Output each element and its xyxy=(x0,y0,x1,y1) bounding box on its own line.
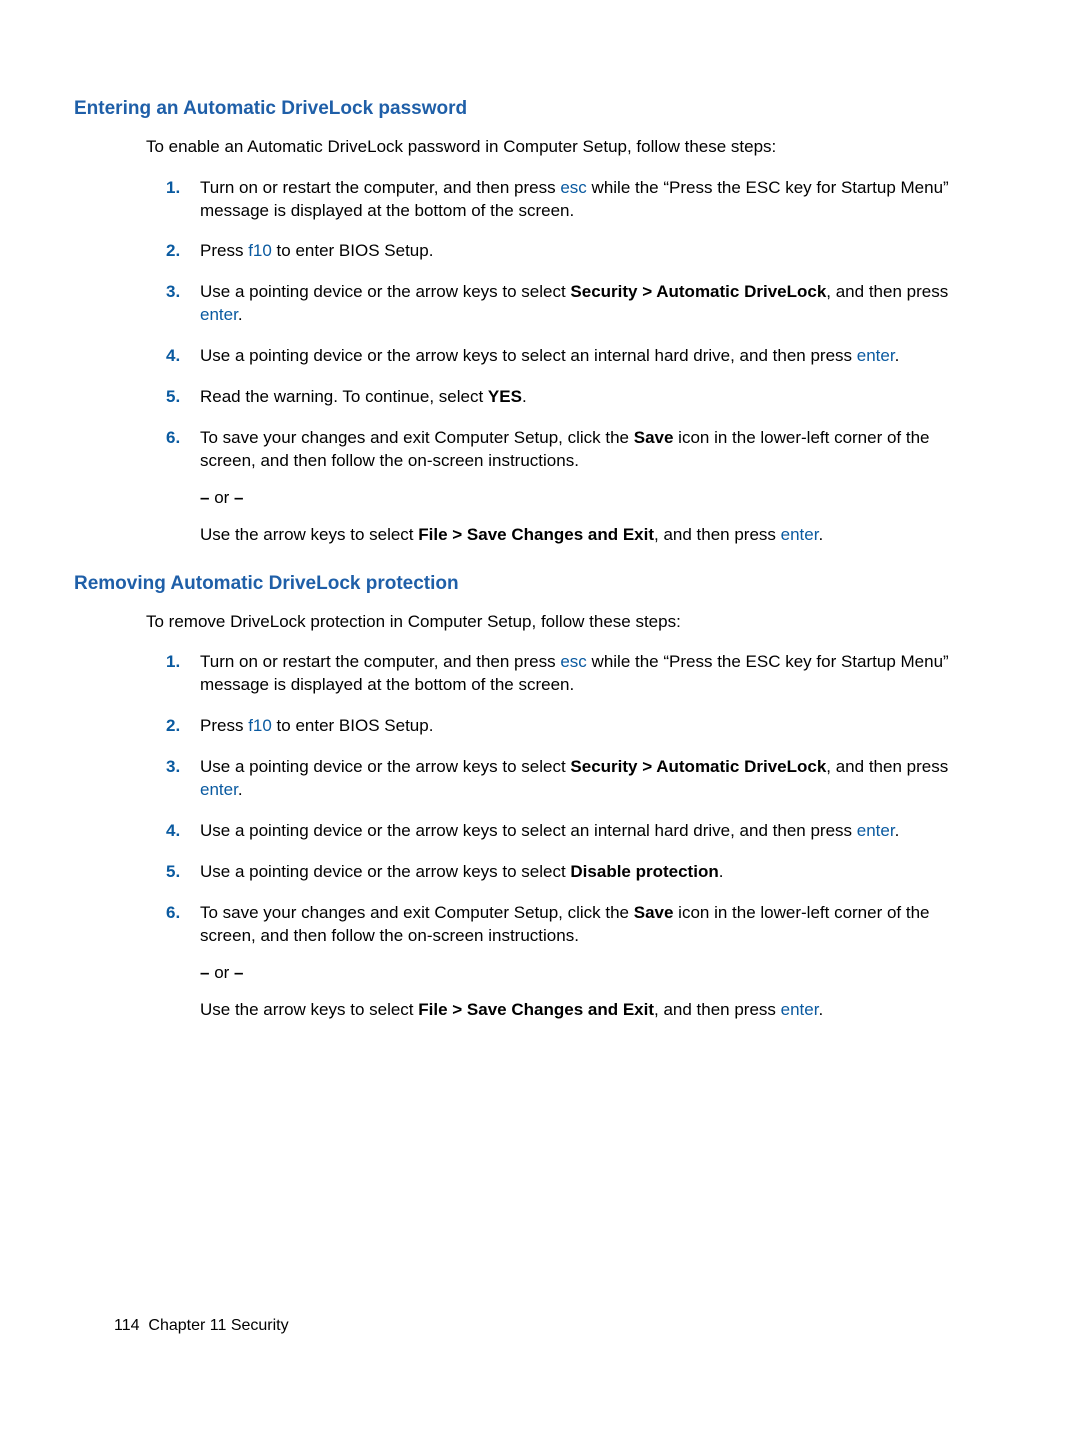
bold-text: Security > Automatic DriveLock xyxy=(570,282,826,301)
step-body: Use a pointing device or the arrow keys … xyxy=(200,756,950,802)
step-number: 6. xyxy=(166,902,188,925)
step-paragraph: Use the arrow keys to select File > Save… xyxy=(200,524,950,547)
section-entering: Entering an Automatic DriveLock password… xyxy=(74,96,950,547)
step-number: 3. xyxy=(166,756,188,779)
steps-list: 1. Turn on or restart the computer, and t… xyxy=(166,177,950,547)
bold-text: – xyxy=(234,488,243,507)
section-intro: To remove DriveLock protection in Comput… xyxy=(146,611,950,634)
step-item: 6. To save your changes and exit Computer… xyxy=(166,427,950,547)
step-body: To save your changes and exit Computer S… xyxy=(200,427,950,547)
step-body: Press f10 to enter BIOS Setup. xyxy=(200,240,950,263)
step-paragraph: – or – xyxy=(200,962,950,985)
key-f10: f10 xyxy=(248,241,272,260)
section-intro: To enable an Automatic DriveLock passwor… xyxy=(146,136,950,159)
key-enter: enter xyxy=(857,821,895,840)
step-number: 3. xyxy=(166,281,188,304)
section-heading: Removing Automatic DriveLock protection xyxy=(74,571,950,597)
step-item: 3. Use a pointing device or the arrow key… xyxy=(166,281,950,327)
step-body: Use a pointing device or the arrow keys … xyxy=(200,820,950,843)
step-number: 4. xyxy=(166,820,188,843)
step-body: Use a pointing device or the arrow keys … xyxy=(200,861,950,884)
step-number: 2. xyxy=(166,715,188,738)
bold-text: YES xyxy=(488,387,522,406)
step-body: To save your changes and exit Computer S… xyxy=(200,902,950,1022)
key-enter: enter xyxy=(200,780,238,799)
step-body: Use a pointing device or the arrow keys … xyxy=(200,281,950,327)
step-item: 1. Turn on or restart the computer, and t… xyxy=(166,651,950,697)
key-esc: esc xyxy=(560,652,586,671)
bold-text: Save xyxy=(634,903,674,922)
bold-text: Security > Automatic DriveLock xyxy=(570,757,826,776)
steps-list: 1. Turn on or restart the computer, and t… xyxy=(166,651,950,1021)
step-item: 3. Use a pointing device or the arrow key… xyxy=(166,756,950,802)
bold-text: File > Save Changes and Exit xyxy=(418,1000,654,1019)
step-paragraph: To save your changes and exit Computer S… xyxy=(200,902,950,948)
bold-text: – xyxy=(200,963,209,982)
section-removing: Removing Automatic DriveLock protection … xyxy=(74,571,950,1022)
step-item: 4. Use a pointing device or the arrow key… xyxy=(166,820,950,843)
key-enter: enter xyxy=(200,305,238,324)
step-item: 2. Press f10 to enter BIOS Setup. xyxy=(166,240,950,263)
bold-text: Save xyxy=(634,428,674,447)
chapter-label: Chapter 11 Security xyxy=(148,1317,288,1334)
section-heading: Entering an Automatic DriveLock password xyxy=(74,96,950,122)
step-item: 5. Use a pointing device or the arrow key… xyxy=(166,861,950,884)
step-body: Read the warning. To continue, select YE… xyxy=(200,386,950,409)
bold-text: – xyxy=(200,488,209,507)
step-item: 2. Press f10 to enter BIOS Setup. xyxy=(166,715,950,738)
step-number: 4. xyxy=(166,345,188,368)
step-number: 5. xyxy=(166,861,188,884)
step-number: 1. xyxy=(166,651,188,674)
step-item: 1. Turn on or restart the computer, and t… xyxy=(166,177,950,223)
step-number: 5. xyxy=(166,386,188,409)
step-item: 6. To save your changes and exit Computer… xyxy=(166,902,950,1022)
page-content: Entering an Automatic DriveLock password… xyxy=(0,0,1080,1022)
step-paragraph: Use the arrow keys to select File > Save… xyxy=(200,999,950,1022)
step-body: Press f10 to enter BIOS Setup. xyxy=(200,715,950,738)
step-body: Turn on or restart the computer, and the… xyxy=(200,177,950,223)
page-footer: 114 Chapter 11 Security xyxy=(114,1315,289,1337)
step-number: 6. xyxy=(166,427,188,450)
step-item: 4. Use a pointing device or the arrow key… xyxy=(166,345,950,368)
page-number: 114 xyxy=(114,1317,140,1334)
step-paragraph: To save your changes and exit Computer S… xyxy=(200,427,950,473)
bold-text: Disable protection xyxy=(570,862,718,881)
key-enter: enter xyxy=(857,346,895,365)
key-enter: enter xyxy=(781,525,819,544)
key-esc: esc xyxy=(560,178,586,197)
key-f10: f10 xyxy=(248,716,272,735)
key-enter: enter xyxy=(781,1000,819,1019)
bold-text: – xyxy=(234,963,243,982)
step-body: Turn on or restart the computer, and the… xyxy=(200,651,950,697)
step-body: Use a pointing device or the arrow keys … xyxy=(200,345,950,368)
bold-text: File > Save Changes and Exit xyxy=(418,525,654,544)
step-number: 1. xyxy=(166,177,188,200)
step-item: 5. Read the warning. To continue, select … xyxy=(166,386,950,409)
step-number: 2. xyxy=(166,240,188,263)
step-paragraph: – or – xyxy=(200,487,950,510)
